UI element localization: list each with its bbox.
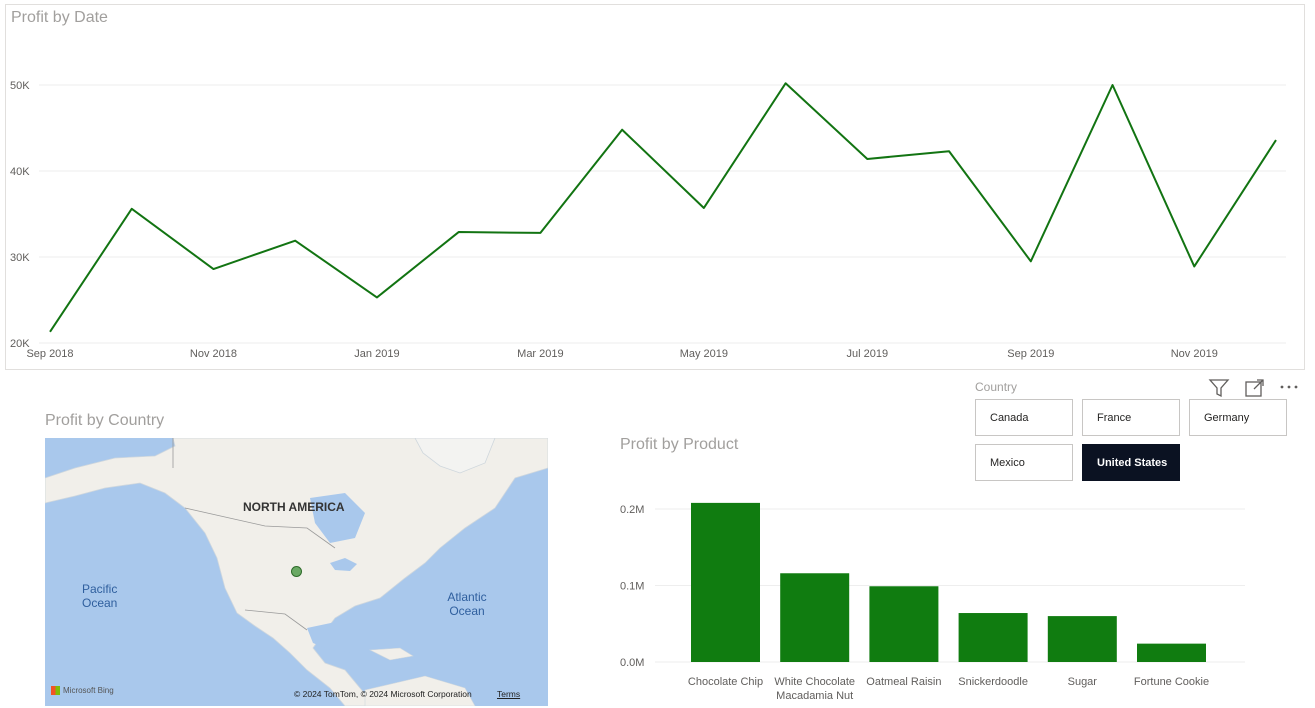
y-tick-label: 0.0M bbox=[620, 657, 644, 669]
bar-3[interactable] bbox=[958, 613, 1028, 662]
y-tick-label: 40K bbox=[10, 166, 30, 178]
line-data-point[interactable] bbox=[1273, 137, 1279, 143]
profit-by-country-map[interactable]: NORTH AMERICA Pacific Ocean Atlantic Ocean… bbox=[45, 438, 548, 706]
x-category-label: Fortune Cookie bbox=[1134, 676, 1209, 688]
focus-mode-icon[interactable] bbox=[1244, 377, 1266, 399]
line-data-point[interactable] bbox=[783, 80, 789, 86]
line-data-point[interactable] bbox=[619, 127, 625, 133]
line-data-point[interactable] bbox=[1028, 258, 1034, 264]
profit-line-series[interactable] bbox=[49, 82, 1277, 333]
x-tick-label: May 2019 bbox=[680, 348, 728, 360]
x-tick-label: Jan 2019 bbox=[354, 348, 399, 360]
map-bubble-united-states[interactable] bbox=[291, 566, 302, 577]
x-tick-label: Nov 2019 bbox=[1171, 348, 1218, 360]
pacific-ocean-label: Pacific Ocean bbox=[82, 582, 118, 610]
atlantic-ocean-label: Atlantic Ocean bbox=[447, 590, 487, 618]
filter-icon[interactable] bbox=[1208, 377, 1230, 399]
line-data-point[interactable] bbox=[374, 294, 380, 300]
bar-chart-plot[interactable]: 0.2M 0.1M 0.0M Chocolate Chip White Chocolat… bbox=[615, 425, 1255, 708]
line-data-point[interactable] bbox=[537, 230, 543, 236]
line-data-point[interactable] bbox=[47, 329, 53, 335]
map-title: Profit by Country bbox=[45, 412, 165, 429]
map-copyright: © 2024 TomTom, © 2024 Microsoft Corporat… bbox=[294, 689, 472, 699]
slicer-header: Country bbox=[975, 380, 1018, 394]
x-tick-label: Nov 2018 bbox=[190, 348, 237, 360]
x-category-label: Macadamia Nut bbox=[776, 690, 853, 702]
line-data-point[interactable] bbox=[864, 156, 870, 162]
more-options-icon[interactable] bbox=[1278, 377, 1300, 399]
x-category-label: Oatmeal Raisin bbox=[866, 676, 941, 688]
x-category-label: Snickerdoodle bbox=[958, 676, 1028, 688]
line-data-point[interactable] bbox=[1191, 263, 1197, 269]
line-data-point[interactable] bbox=[1110, 82, 1116, 88]
x-tick-label: Sep 2019 bbox=[1007, 348, 1054, 360]
y-tick-label: 50K bbox=[10, 80, 30, 92]
x-tick-label: Mar 2019 bbox=[517, 348, 563, 360]
line-data-point[interactable] bbox=[210, 266, 216, 272]
microsoft-logo-icon bbox=[51, 686, 60, 695]
bar-5[interactable] bbox=[1137, 643, 1206, 662]
line-data-point[interactable] bbox=[946, 148, 952, 154]
bar-0[interactable] bbox=[691, 502, 760, 662]
x-category-label: White Chocolate bbox=[774, 676, 855, 688]
line-chart-plot[interactable]: 50K40K30K20KSep 2018 Nov 2018 Jan 2019 Mar … bbox=[6, 5, 1304, 369]
y-tick-label: 30K bbox=[10, 252, 30, 264]
y-tick-label: 0.2M bbox=[620, 504, 644, 516]
continent-label: NORTH AMERICA bbox=[243, 500, 345, 514]
bar-2[interactable] bbox=[869, 586, 939, 662]
bar-1[interactable] bbox=[780, 573, 850, 662]
y-tick-label: 0.1M bbox=[620, 581, 644, 593]
line-data-point[interactable] bbox=[292, 238, 298, 244]
x-tick-label: Jul 2019 bbox=[847, 348, 889, 360]
x-category-label: Sugar bbox=[1068, 676, 1098, 688]
profit-by-product-visual[interactable]: Profit by Product 0.2M 0.1M 0.0M Chocolate … bbox=[615, 425, 1255, 708]
x-tick-label: Sep 2018 bbox=[26, 348, 73, 360]
map-terms-link[interactable]: Terms bbox=[497, 689, 520, 699]
profit-by-date-visual[interactable]: Profit by Date 50K 40K 30K 20K Sep 2018 Nov 2… bbox=[5, 4, 1305, 370]
line-data-point[interactable] bbox=[129, 206, 135, 212]
line-data-point[interactable] bbox=[456, 229, 462, 235]
line-data-point[interactable] bbox=[701, 205, 707, 211]
x-category-label: Chocolate Chip bbox=[688, 676, 763, 688]
bar-4[interactable] bbox=[1047, 616, 1117, 662]
bing-logo: Microsoft Bing bbox=[51, 686, 114, 695]
